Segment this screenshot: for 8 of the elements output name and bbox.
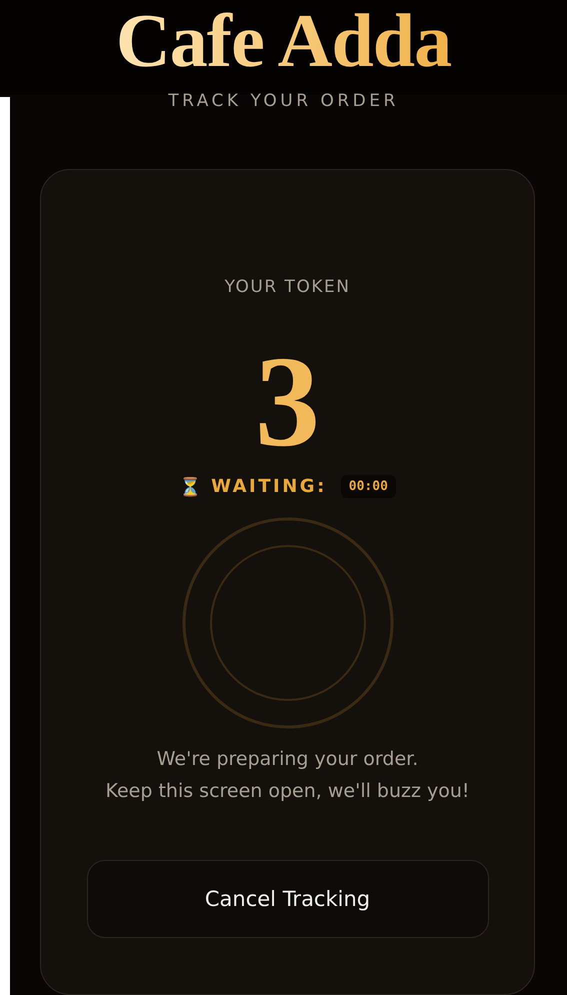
status-label: WAITING:	[211, 476, 327, 498]
status-message: Keep this screen open, we'll buzz you!	[105, 780, 470, 802]
timer-badge: 00:00	[340, 475, 396, 498]
token-number: 3	[255, 337, 320, 468]
hourglass-icon: ⏳	[179, 476, 202, 498]
token-label: YOUR TOKEN	[224, 277, 350, 298]
status-message: We're preparing your order.	[156, 748, 418, 770]
cancel-button[interactable]: Cancel Tracking	[86, 860, 488, 938]
